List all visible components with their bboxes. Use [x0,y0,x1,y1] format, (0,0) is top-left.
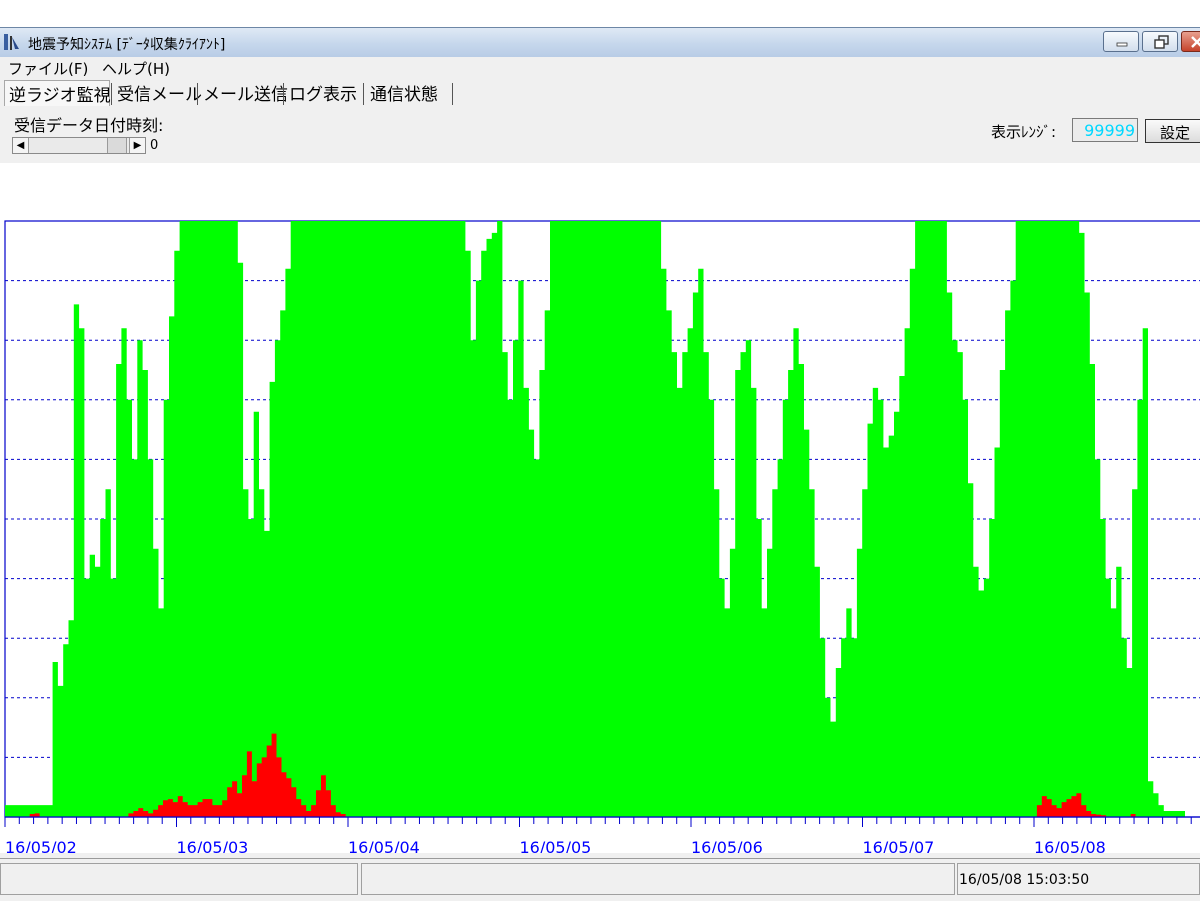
tab-label: 逆ラジオ監視 [9,86,111,106]
set-button[interactable]: 設定 [1145,119,1200,143]
tab-separator [283,83,284,105]
scroll-value: 0 [150,138,159,153]
status-bar: 16/05/08 15:03:50 [0,858,1200,901]
minimize-button[interactable] [1103,31,1139,52]
x-tick-label: 16/05/04 [348,838,420,853]
x-tick-label: 16/05/07 [863,838,935,853]
tab-label: 受信メール [117,85,202,105]
display-range-input[interactable]: 99999 [1072,118,1138,142]
x-tick-label: 16/05/02 [5,838,77,853]
minimize-icon [1116,42,1128,47]
chart-panel: 16/05/02 16/05/03 16/05/04 16/05/05 16/05/06… [0,163,1200,853]
menu-bar: ファイル(F) ヘルプ(H) [0,57,1200,79]
restore-icon [1154,35,1169,49]
tab-reverse-radio[interactable]: 逆ラジオ監視 [4,80,111,106]
display-range-label: 表示ﾚﾝｼﾞ: [991,123,1057,141]
scroll-thumb[interactable] [107,138,127,153]
status-panel [361,863,955,895]
window-title: 地震予知ｼｽﾃﾑ [ﾃﾞｰﾀ収集ｸﾗｲｱﾝﾄ] [28,37,226,53]
signal-chart: 16/05/02 16/05/03 16/05/04 16/05/05 16/05/06… [4,220,1200,853]
tab-label: 通信状態 [370,85,438,105]
tab-separator [363,83,364,105]
tab-separator [111,83,112,105]
tab-log-view[interactable]: ログ表示 [285,80,363,106]
app-icon [4,34,19,50]
datetime-scrollbar[interactable]: ◀ ▶ [12,137,146,154]
title-bar[interactable]: 地震予知ｼｽﾃﾑ [ﾃﾞｰﾀ収集ｸﾗｲｱﾝﾄ] [0,27,1200,57]
green-signal-area [5,221,1185,817]
menu-help[interactable]: ヘルプ(H) [102,58,170,79]
received-datetime-label: 受信データ日付時刻: [14,116,164,135]
app-window: 地震予知ｼｽﾃﾑ [ﾃﾞｰﾀ収集ｸﾗｲｱﾝﾄ] ファイル(F) ヘルプ(H) 逆… [0,27,1200,901]
x-tick-label: 16/05/08 [1034,838,1106,853]
tab-comm-status[interactable]: 通信状態 [366,80,452,106]
tab-label: ログ表示 [289,85,357,105]
scroll-left-button[interactable]: ◀ [13,138,29,153]
close-button[interactable] [1181,31,1200,52]
x-tick-label: 16/05/05 [520,838,592,853]
tab-separator [452,83,453,105]
close-icon [1191,36,1200,48]
tab-received-mail[interactable]: 受信メール [113,80,202,106]
scroll-right-button[interactable]: ▶ [129,138,145,153]
status-timestamp: 16/05/08 15:03:50 [959,872,1090,888]
menu-file[interactable]: ファイル(F) [8,58,88,79]
tab-send-mail[interactable]: メール送信 [199,80,288,106]
x-tick-label: 16/05/06 [691,838,763,853]
restore-button[interactable] [1142,31,1178,52]
tab-label: メール送信 [203,85,288,105]
x-tick-label: 16/05/03 [177,838,249,853]
tab-separator [197,83,198,105]
status-panel [0,863,358,895]
